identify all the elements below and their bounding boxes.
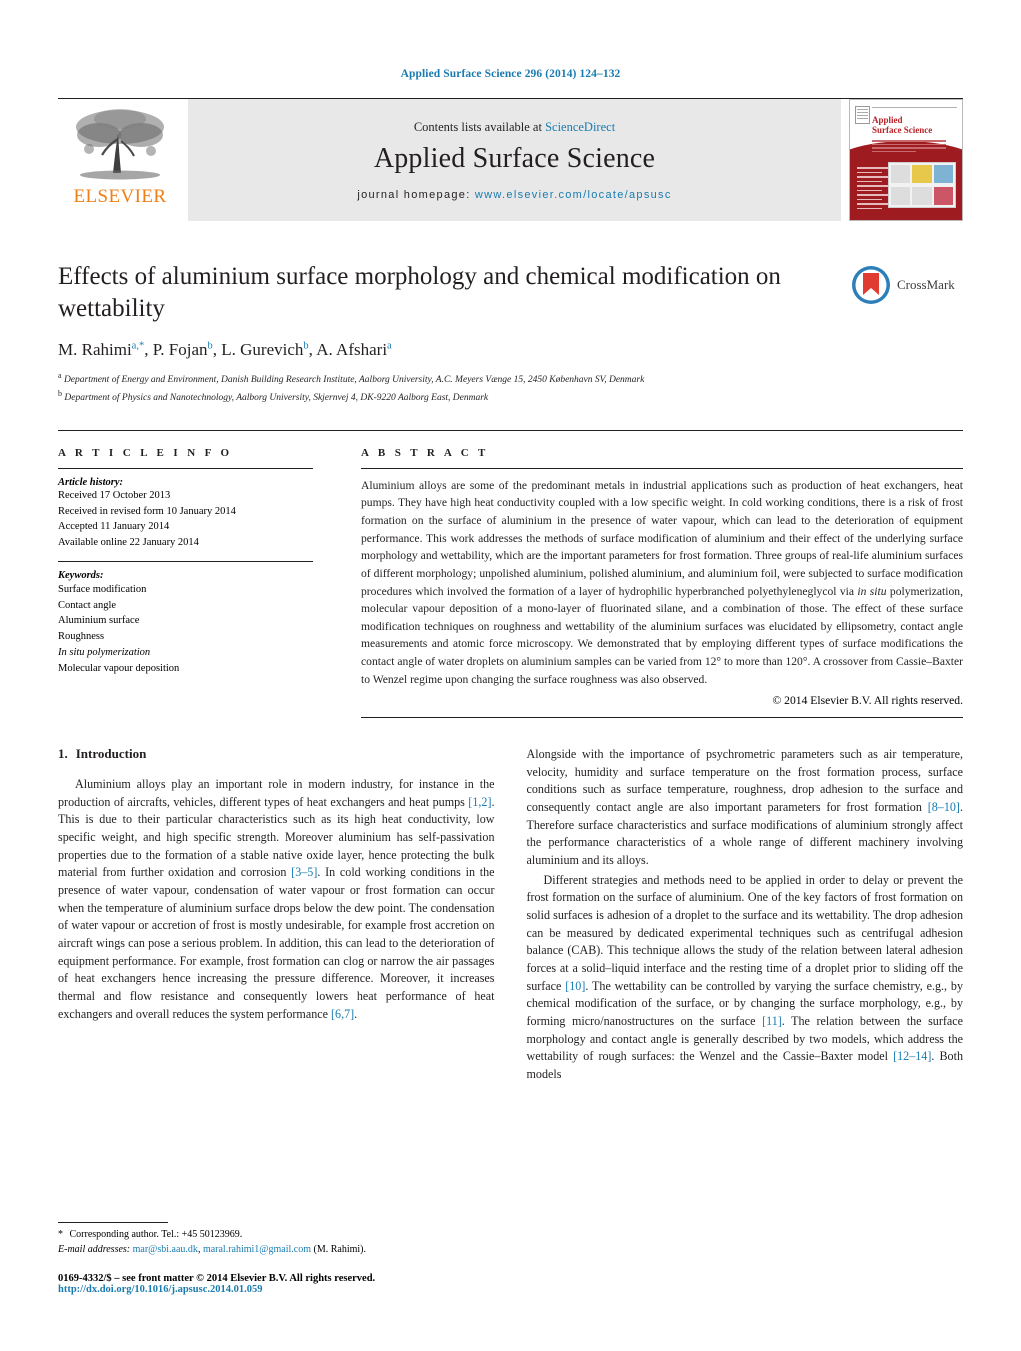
article-body: 1. Introduction Aluminium alloys play an … [58,746,963,1085]
article-history-label: Article history: [58,476,124,488]
affiliation-list: a Department of Energy and Environment, … [58,370,835,406]
keyword-item: Aluminium surface [58,615,140,627]
journal-cover-thumbnail: Applied Surface Science [849,99,963,221]
keyword-item: In situ polymerization [58,646,151,658]
article-header: Effects of aluminium surface morphology … [58,261,963,406]
abstract-copyright: © 2014 Elsevier B.V. All rights reserved… [772,694,963,708]
homepage-url-link[interactable]: www.elsevier.com/locate/apsusc [475,189,672,201]
email-label: E-mail addresses: [58,1243,131,1255]
email-link-primary[interactable]: mar@sbi.aau.dk [133,1244,198,1255]
cover-subtitle-lines [872,140,946,154]
running-head: Applied Surface Science 296 (2014) 124–1… [400,68,621,80]
journal-title: Applied Surface Science [373,142,656,174]
footnote-divider [58,1222,168,1223]
cover-title-line-1: Applied [872,115,903,125]
affiliation-a: a Department of Energy and Environment, … [58,371,645,386]
author-list: M. Rahimia,*, P. Fojanb, L. Gurevichb, A… [58,340,392,359]
affiliation-a-text: Department of Energy and Environment, Da… [63,375,645,386]
contents-prefix: Contents lists available at [413,119,546,134]
crossmark-badge[interactable]: CrossMark [851,261,963,305]
corresponding-author-note: * Corresponding author. Tel.: +45 501239… [58,1229,243,1240]
section-title-text: Introduction [75,746,147,762]
keyword-item: Surface modification [58,583,147,595]
info-abstract-section: A R T I C L E I N F O Article history: R… [58,429,964,719]
email-link-secondary[interactable]: maral.rahimi1@gmail.com [203,1244,311,1255]
abstract-column: A B S T R A C T Aluminium alloys are som… [339,446,964,719]
contents-available-line: Contents lists available at ScienceDirec… [414,120,615,135]
crossmark-icon [852,266,890,304]
journal-homepage-line: journal homepage: www.elsevier.com/locat… [357,189,671,201]
page-title: Effects of aluminium surface morphology … [58,263,781,322]
article-info-column: A R T I C L E I N F O Article history: R… [58,447,339,718]
cover-contents-lines [857,167,889,212]
cover-journal-title: Applied Surface Science [872,115,933,135]
history-item: Received 17 October 2013 [58,489,171,501]
affiliation-b-text: Department of Physics and Nanotechnology… [64,393,489,404]
history-item: Accepted 11 January 2014 [58,521,170,533]
paragraph: Aluminium alloys play an important role … [58,777,495,1021]
sciencedirect-link[interactable]: ScienceDirect [545,120,615,134]
article-info-heading: A R T I C L E I N F O [58,446,233,459]
section-heading-introduction: 1. Introduction [58,746,495,762]
elsevier-tree-icon [76,109,164,180]
divider [361,467,963,469]
homepage-label: journal homepage: [357,188,471,201]
body-column-left: 1. Introduction Aluminium alloys play an … [58,746,495,1085]
paragraph: Different strategies and methods need to… [526,872,964,1081]
footnote-area: * Corresponding author. Tel.: +45 501239… [58,1222,488,1295]
issn-front-matter: 0169-4332/$ – see front matter © 2014 El… [58,1273,376,1284]
journal-article-page: Applied Surface Science 296 (2014) 124–1… [0,0,1021,1351]
keyword-item: Molecular vapour deposition [58,662,180,674]
crossmark-label: CrossMark [897,277,955,292]
history-item: Available online 22 January 2014 [58,537,199,549]
cover-logo-box [855,106,870,124]
email-addresses-note: E-mail addresses: mar@sbi.aau.dk, maral.… [58,1243,367,1255]
cover-header-lines [872,107,957,110]
elsevier-wordmark: ELSEVIER [73,186,167,207]
history-item: Received in revised form 10 January 2014 [58,505,236,517]
keyword-item: Contact angle [58,599,117,611]
section-number: 1. [58,746,68,762]
issn-block: 0169-4332/$ – see front matter © 2014 El… [58,1273,488,1295]
keywords-label: Keywords: [58,569,104,581]
divider [58,467,313,469]
journal-masthead: ELSEVIER Contents lists available at Sci… [58,98,963,221]
body-column-right: Alongside with the importance of psychro… [527,746,964,1085]
affiliation-b: b Department of Physics and Nanotechnolo… [58,388,489,404]
masthead-center-panel: Contents lists available at ScienceDirec… [188,99,841,221]
abstract-heading: A B S T R A C T [361,446,489,459]
cover-title-line-2: Surface Science [872,124,933,135]
cover-figure-thumbnail [888,162,956,208]
email-author-suffix: (M. Rahimi). [313,1243,367,1255]
abstract-text: Aluminium alloys are some of the predomi… [361,478,964,686]
divider [58,560,313,562]
keyword-item: Roughness [58,631,105,643]
paragraph: Alongside with the importance of psychro… [526,747,964,868]
elsevier-logo: ELSEVIER [58,99,182,221]
doi-link[interactable]: http://dx.doi.org/10.1016/j.apsusc.2014.… [58,1284,488,1295]
divider [361,717,963,719]
